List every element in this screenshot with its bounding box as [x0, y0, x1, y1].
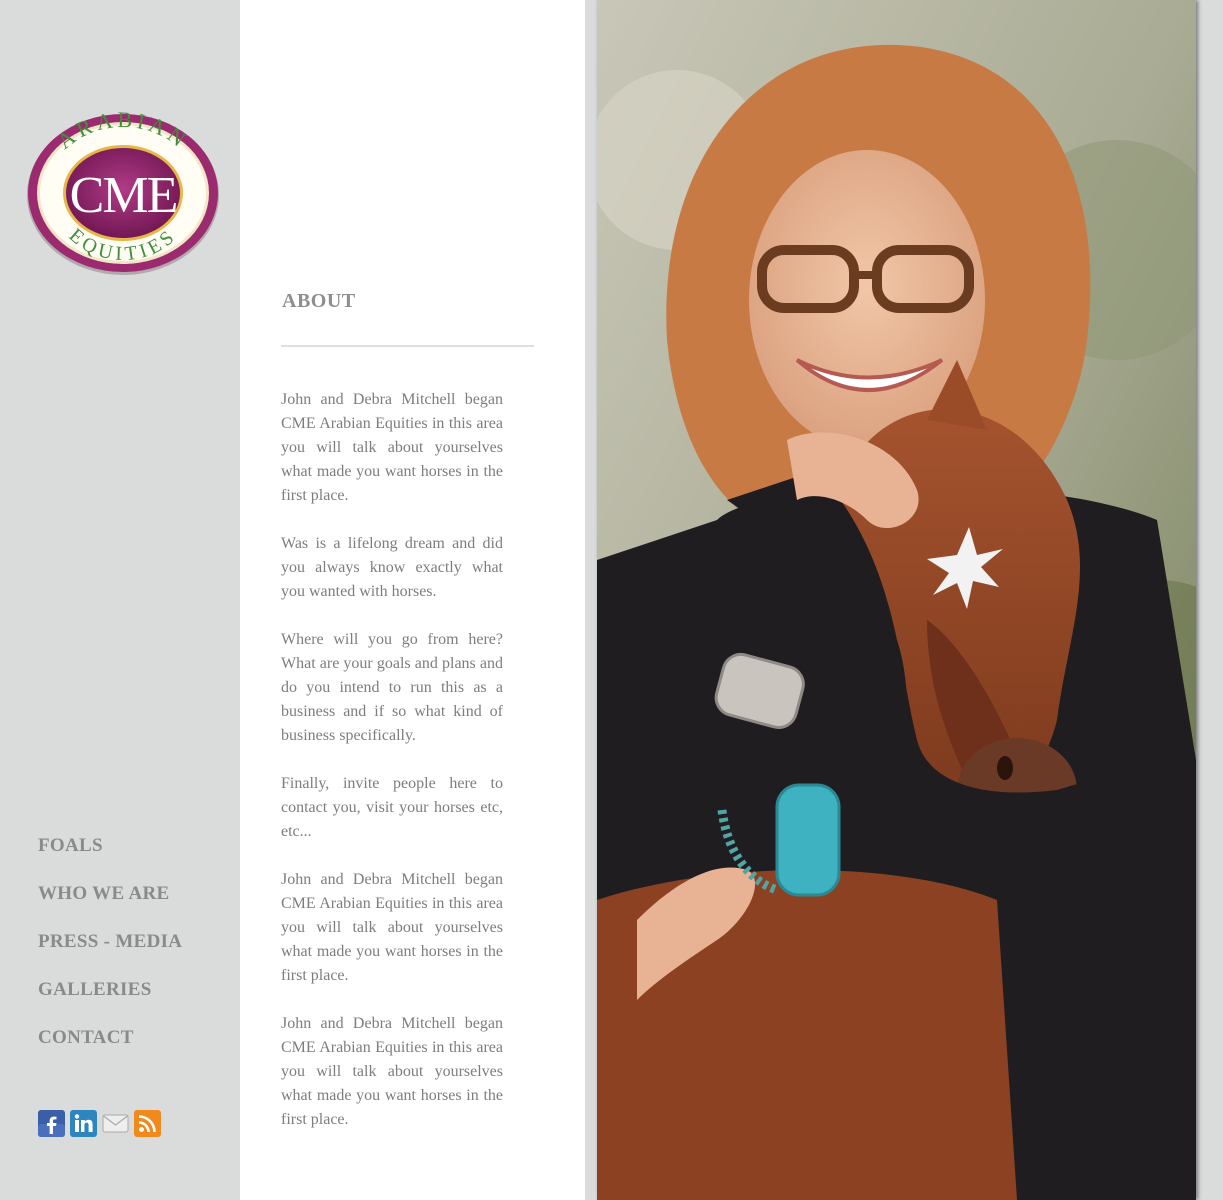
- column-gap: [585, 0, 597, 1200]
- about-content: ABOUT John and Debra Mitchell began CME …: [240, 0, 585, 1200]
- logo-center-text: CME: [70, 167, 177, 224]
- cme-logo[interactable]: ARABIAN EQUITIES CME: [25, 107, 221, 276]
- nav-item-press-media[interactable]: PRESS - MEDIA: [38, 926, 182, 974]
- about-paragraph: John and Debra Mitchell began CME Arabia…: [281, 871, 503, 984]
- main-nav: FOALS WHO WE ARE PRESS - MEDIA GALLERIES…: [38, 830, 182, 1070]
- about-paragraph: John and Debra Mitchell began CME Arabia…: [281, 391, 503, 504]
- nav-item-galleries[interactable]: GALLERIES: [38, 974, 182, 1022]
- nav-item-contact[interactable]: CONTACT: [38, 1022, 182, 1070]
- nav-item-foals[interactable]: FOALS: [38, 830, 182, 878]
- about-text: John and Debra Mitchell began CME Arabia…: [281, 388, 503, 1156]
- social-links: [38, 1110, 161, 1137]
- about-paragraph: Finally, invite people here to contact y…: [281, 775, 503, 840]
- about-paragraph: John and Debra Mitchell began CME Arabia…: [281, 1015, 503, 1128]
- about-paragraph: Was is a lifelong dream and did you alwa…: [281, 535, 503, 600]
- sidebar: ARABIAN EQUITIES CME FOALS WHO WE ARE PR…: [0, 0, 240, 1200]
- title-divider: [281, 345, 534, 347]
- hero-photo-woman-with-foal: [597, 0, 1196, 1200]
- nav-item-who-we-are[interactable]: WHO WE ARE: [38, 878, 182, 926]
- linkedin-icon[interactable]: [70, 1110, 97, 1137]
- email-icon[interactable]: [102, 1110, 129, 1137]
- page-title: ABOUT: [282, 290, 356, 312]
- rss-icon[interactable]: [134, 1110, 161, 1137]
- facebook-icon[interactable]: [38, 1110, 65, 1137]
- about-paragraph: Where will you go from here? What are yo…: [281, 631, 503, 744]
